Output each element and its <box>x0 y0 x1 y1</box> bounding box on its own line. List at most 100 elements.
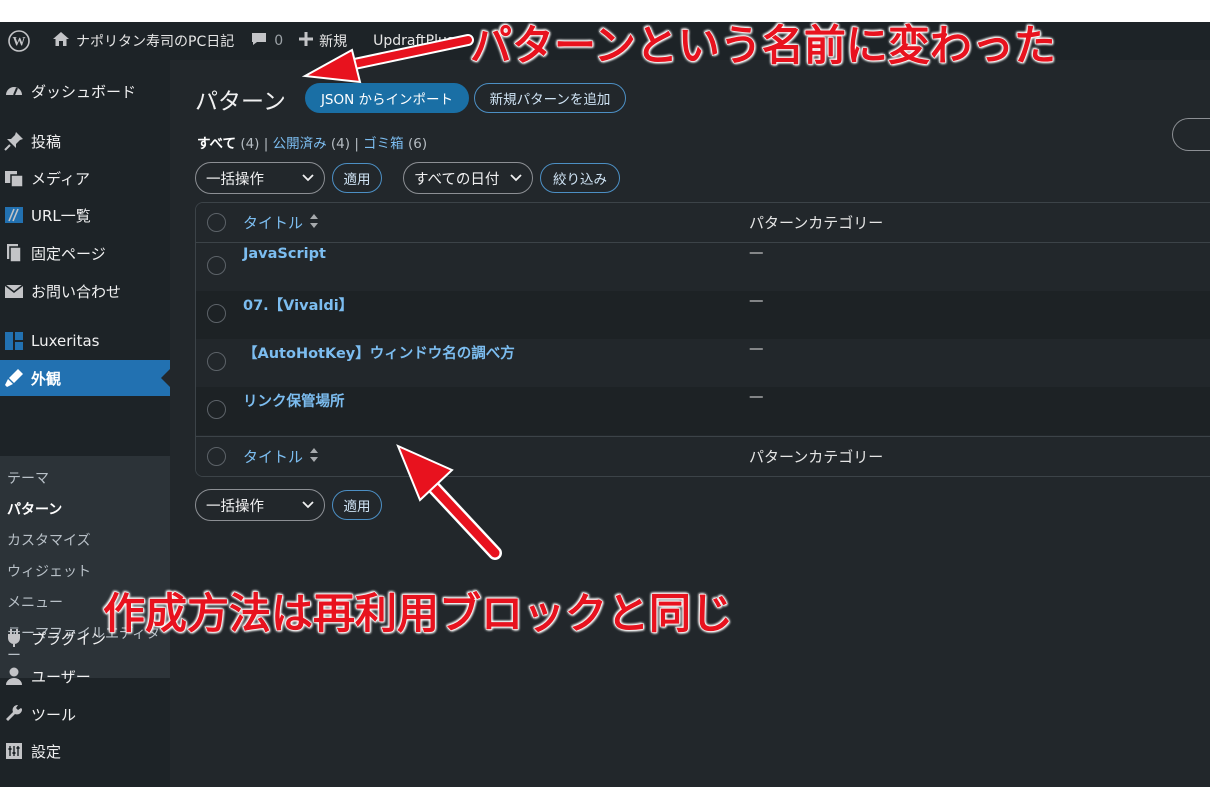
table-header: タイトル パターンカテゴリー <box>196 203 1210 243</box>
submenu-item-themes[interactable]: テーマ <box>7 468 167 490</box>
updraftplus-label: UpdraftPlus <box>373 33 455 49</box>
table-row: 07.【Vivaldi】 — <box>196 291 1210 339</box>
import-json-button[interactable]: JSON からインポート <box>305 83 469 113</box>
row-category: — <box>749 293 764 309</box>
plus-icon <box>299 32 319 50</box>
svg-text:W: W <box>13 34 26 49</box>
filter-trash-count: (6) <box>407 136 428 152</box>
row-checkbox[interactable] <box>207 400 226 419</box>
bulk-action-select[interactable]: 一括操作 <box>195 162 325 194</box>
apply-button-bottom[interactable]: 適用 <box>332 490 382 520</box>
patterns-table: タイトル パターンカテゴリー JavaScript — 07.【Vivaldi】… <box>195 202 1210 477</box>
sidebar-item-label: Luxeritas <box>31 332 100 350</box>
sidebar-item-contact[interactable]: お問い合わせ <box>0 273 170 309</box>
sidebar-item-luxeritas[interactable]: Luxeritas <box>0 323 170 359</box>
select-all-checkbox-footer[interactable] <box>207 447 226 466</box>
sidebar-item-label: URL一覧 <box>31 206 91 225</box>
sidebar-item-label: 設定 <box>31 742 62 761</box>
bulk-action-value: 一括操作 <box>206 498 264 515</box>
column-title-header[interactable]: タイトル <box>243 212 319 233</box>
brush-icon <box>3 367 25 389</box>
table-row: 【AutoHotKey】ウィンドウ名の調べ方 — <box>196 339 1210 387</box>
chevron-down-icon <box>510 170 522 186</box>
page-title: パターン <box>195 89 286 115</box>
wordpress-logo-icon[interactable]: W <box>0 22 44 60</box>
sidebar-item-dashboard[interactable]: ダッシュボード <box>0 73 170 109</box>
row-category: — <box>749 245 764 261</box>
row-title-link[interactable]: 【AutoHotKey】ウィンドウ名の調べ方 <box>243 342 515 363</box>
row-checkbox[interactable] <box>207 256 226 275</box>
sort-icon <box>309 213 319 233</box>
sidebar-item-url-list[interactable]: URL一覧 <box>0 197 170 233</box>
submenu-item-patterns[interactable]: パターン <box>7 499 167 521</box>
sidebar-item-media[interactable]: メディア <box>0 160 170 196</box>
column-title-footer[interactable]: タイトル <box>243 446 319 467</box>
wrench-icon <box>3 703 25 725</box>
filter-all-count: (4) <box>240 136 260 152</box>
filter-separator: | <box>263 136 269 152</box>
bulk-action-value: 一括操作 <box>206 171 264 188</box>
bulk-action-select-bottom[interactable]: 一括操作 <box>195 489 325 521</box>
dashboard-icon <box>3 80 25 102</box>
sidebar-item-pages[interactable]: 固定ページ <box>0 235 170 271</box>
row-title-link[interactable]: JavaScript <box>243 246 326 262</box>
user-icon <box>3 665 25 687</box>
sidebar-item-label: 外観 <box>31 369 62 388</box>
filter-separator: | <box>354 136 359 152</box>
add-new-pattern-button[interactable]: 新規パターンを追加 <box>474 83 626 113</box>
sidebar-item-label: 固定ページ <box>31 244 106 263</box>
sidebar-item-label: ユーザー <box>31 667 91 686</box>
site-name: ナポリタン寿司のPC日記 <box>76 34 235 50</box>
new-label: 新規 <box>319 34 348 50</box>
status-filter-links: すべて (4) | 公開済み (4) | ゴミ箱 (6) <box>197 132 427 152</box>
sidebar-item-tools[interactable]: ツール <box>0 696 170 732</box>
url-list-icon <box>3 204 25 226</box>
date-filter-value: すべての日付 <box>414 171 500 188</box>
filter-all[interactable]: すべて <box>197 136 236 152</box>
column-title-label: タイトル <box>243 214 304 232</box>
main-content: パターン JSON からインポート 新規パターンを追加 すべて (4) | 公開… <box>170 60 1210 787</box>
sidebar-item-posts[interactable]: 投稿 <box>0 123 170 159</box>
filter-trash[interactable]: ゴミ箱 <box>363 136 404 152</box>
search-input[interactable] <box>1172 118 1210 151</box>
annotation-bottom: 作成方法は再利用ブロックと同じ <box>102 589 734 639</box>
comments-count: 0 <box>274 33 284 49</box>
new-content-link[interactable]: 新規 <box>291 22 355 60</box>
filter-published[interactable]: 公開済み <box>273 136 327 152</box>
site-name-link[interactable]: ナポリタン寿司のPC日記 <box>44 22 242 60</box>
sidebar-item-label: プラグイン <box>31 629 107 648</box>
chevron-down-icon <box>302 497 314 513</box>
updraftplus-link[interactable]: UpdraftPlus <box>365 22 462 60</box>
table-row: JavaScript — <box>196 243 1210 291</box>
sort-icon <box>309 447 319 467</box>
comments-link[interactable]: 0 <box>242 22 291 60</box>
luxeritas-icon <box>3 330 25 352</box>
sidebar-item-label: メディア <box>31 169 90 188</box>
column-title-label: タイトル <box>243 448 304 466</box>
submenu-item-customize[interactable]: カスタマイズ <box>7 530 167 552</box>
table-row: リンク保管場所 — <box>196 387 1210 435</box>
sidebar-item-appearance[interactable]: 外観 <box>0 360 170 396</box>
pin-icon <box>3 130 25 152</box>
date-filter-select[interactable]: すべての日付 <box>403 162 533 194</box>
row-title-link[interactable]: 07.【Vivaldi】 <box>243 294 353 315</box>
sidebar-item-users[interactable]: ユーザー <box>0 658 170 694</box>
sidebar-item-label: ツール <box>31 705 77 724</box>
select-all-checkbox[interactable] <box>207 213 226 232</box>
sidebar-item-label: お問い合わせ <box>31 282 122 301</box>
row-checkbox[interactable] <box>207 304 226 323</box>
column-category-footer: パターンカテゴリー <box>749 448 884 466</box>
sidebar-item-settings[interactable]: 設定 <box>0 733 170 769</box>
row-checkbox[interactable] <box>207 352 226 371</box>
page-icon <box>3 242 25 264</box>
filter-published-count: (4) <box>330 136 351 152</box>
row-category: — <box>749 341 764 357</box>
sidebar-item-label: ダッシュボード <box>31 82 137 101</box>
column-category-header: パターンカテゴリー <box>749 214 884 232</box>
apply-button[interactable]: 適用 <box>332 163 382 193</box>
filter-button[interactable]: 絞り込み <box>540 163 620 193</box>
chevron-down-icon <box>302 170 314 186</box>
table-footer: タイトル パターンカテゴリー <box>196 436 1210 476</box>
admin-sidebar: ダッシュボード 投稿 メディア URL一覧 固定ページ お問い合わせ Luxer… <box>0 60 170 787</box>
row-title-link[interactable]: リンク保管場所 <box>243 390 345 411</box>
